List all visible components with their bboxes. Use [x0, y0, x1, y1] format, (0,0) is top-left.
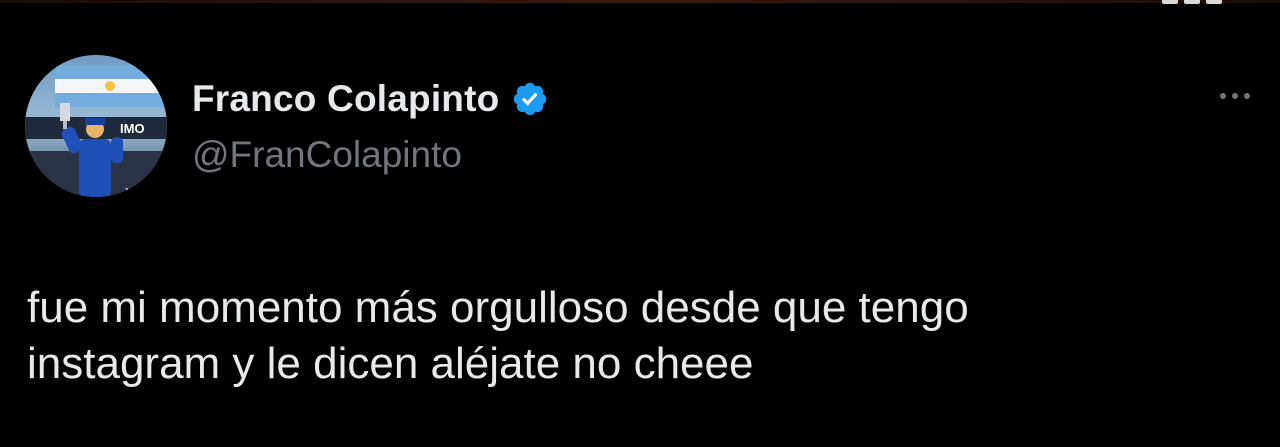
- more-options-button[interactable]: [1212, 88, 1258, 104]
- author-name-row[interactable]: Franco Colapinto: [192, 76, 549, 122]
- tweet-card[interactable]: IMO ISC Franco Colapinto @FranColapinto: [0, 0, 1280, 447]
- svg-text:IMO: IMO: [120, 121, 145, 136]
- verified-badge-icon[interactable]: [511, 80, 549, 118]
- avatar[interactable]: IMO ISC: [25, 55, 167, 197]
- more-dot: [1232, 93, 1238, 99]
- author-handle[interactable]: @FranColapinto: [192, 134, 462, 176]
- avatar-photo-icon: IMO ISC: [25, 55, 167, 197]
- tweet-text: fue mi momento más orgulloso desde que t…: [27, 280, 1247, 392]
- tweet-text-line: instagram y le dicen aléjate no cheee: [27, 339, 754, 388]
- tweet-text-line: fue mi momento más orgulloso desde que t…: [27, 283, 969, 332]
- author-display-name[interactable]: Franco Colapinto: [192, 78, 499, 120]
- more-horizontal-icon: [1220, 93, 1226, 99]
- svg-text:ISC: ISC: [125, 186, 142, 197]
- more-dot: [1244, 93, 1250, 99]
